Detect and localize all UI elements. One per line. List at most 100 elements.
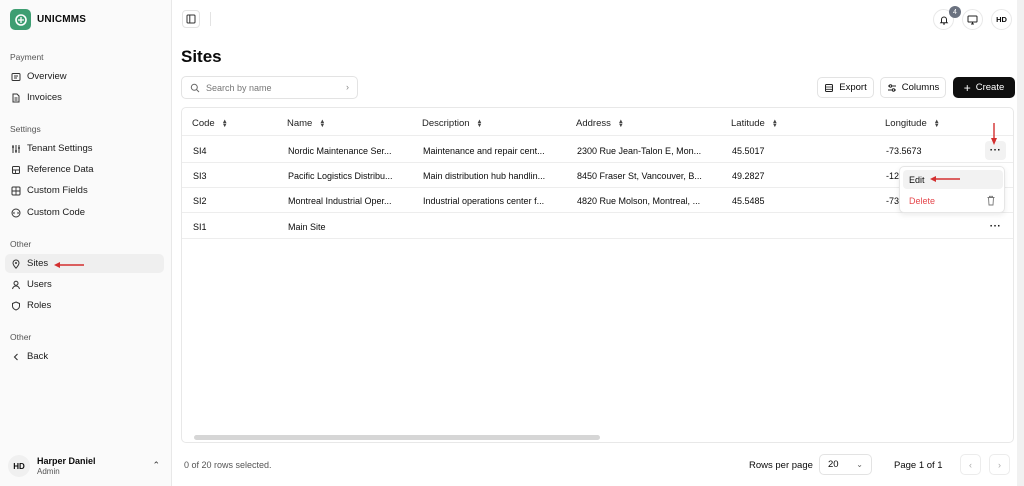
app-name: UNICMMS <box>37 14 87 25</box>
display-button[interactable] <box>962 9 983 30</box>
cell-description: Industrial operations center f... <box>423 195 545 206</box>
export-label: Export <box>839 82 867 93</box>
column-header-latitude[interactable]: Latitude ▲ ▼ <box>731 111 778 136</box>
edit-menu-item[interactable]: Edit <box>903 170 1003 189</box>
export-icon <box>825 83 834 92</box>
chevron-right-icon: › <box>346 82 349 92</box>
trash-icon <box>987 195 995 206</box>
cell-latitude: 45.5485 <box>732 195 765 206</box>
sort-icon: ▲ ▼ <box>221 118 228 129</box>
user-menu[interactable]: HD Harper Daniel Admin ⌃ <box>8 452 164 480</box>
sidebar-item-label: Invoices <box>27 92 62 103</box>
create-label: Create <box>975 82 1005 93</box>
sidebar-item-sites[interactable]: Sites <box>5 254 164 273</box>
column-header-address[interactable]: Address ▲ ▼ <box>576 111 624 136</box>
sidebar-item-custom-fields[interactable]: Custom Fields <box>5 181 164 200</box>
sidebar-item-roles[interactable]: Roles <box>5 296 164 315</box>
selection-status: 0 of 20 rows selected. <box>184 460 272 470</box>
delete-label: Delete <box>909 195 936 206</box>
sidebar-item-reference-data[interactable]: Reference Data <box>5 160 164 179</box>
monitor-icon <box>967 15 978 24</box>
horizontal-scrollbar[interactable] <box>194 435 600 440</box>
chevron-right-icon: › <box>998 459 1001 470</box>
column-header-name[interactable]: Name ▲ ▼ <box>287 111 325 136</box>
table-row[interactable]: SI3 Pacific Logistics Distribu... Main d… <box>182 163 1013 188</box>
sites-table: Code ▲ ▼ Name ▲ ▼ Description ▲ ▼ Address ▲ ▼ La… <box>181 107 1014 443</box>
rows-per-page-label: Rows per page <box>749 460 813 471</box>
next-page-button[interactable]: › <box>989 454 1010 475</box>
sidebar-item-label: Roles <box>27 300 52 311</box>
table-row[interactable]: SI4 Nordic Maintenance Ser... Maintenanc… <box>182 138 1013 163</box>
cell-name: Montreal Industrial Oper... <box>288 195 392 206</box>
sidebar-item-users[interactable]: Users <box>5 275 164 294</box>
avatar[interactable]: HD <box>991 9 1012 30</box>
sidebar-toggle-button[interactable] <box>182 10 200 28</box>
map-pin-icon <box>11 259 21 269</box>
sidebar-item-label: Back <box>27 351 49 362</box>
table-row[interactable]: SI2 Montreal Industrial Oper... Industri… <box>182 188 1013 213</box>
notification-count-badge: 4 <box>949 6 961 18</box>
cell-longitude: -12 <box>886 170 900 181</box>
more-horizontal-icon: ··· <box>989 221 1002 232</box>
cell-description: Main distribution hub handlin... <box>423 170 546 181</box>
section-label-other: Other <box>10 239 32 249</box>
cell-code: SI1 <box>193 221 207 232</box>
column-header-description[interactable]: Description ▲ ▼ <box>422 111 482 136</box>
column-header-longitude[interactable]: Longitude ▲ ▼ <box>885 111 940 136</box>
app-logo-icon <box>10 9 31 30</box>
table-row[interactable]: SI1 Main Site ··· <box>182 214 1013 239</box>
cell-address: 2300 Rue Jean-Talon E, Mon... <box>577 145 702 156</box>
columns-label: Columns <box>901 82 940 93</box>
document-icon <box>11 93 21 103</box>
previous-page-button[interactable]: ‹ <box>960 454 981 475</box>
cell-address: 8450 Fraser St, Vancouver, B... <box>577 170 702 181</box>
search-box[interactable]: › <box>181 76 358 99</box>
cell-code: SI4 <box>193 145 207 156</box>
column-header-code[interactable]: Code ▲ ▼ <box>192 111 228 136</box>
cell-latitude: 49.2827 <box>732 170 765 181</box>
sidebar-item-overview[interactable]: Overview <box>5 67 164 86</box>
sidebar-item-custom-code[interactable]: Custom Code <box>5 203 164 222</box>
sidebar-item-invoices[interactable]: Invoices <box>5 88 164 107</box>
plus-icon: + <box>963 80 971 95</box>
search-icon <box>190 83 200 92</box>
sidebar-item-label: Users <box>27 279 52 290</box>
sliders-icon <box>887 83 896 92</box>
database-icon <box>11 165 21 175</box>
rows-per-page-select[interactable]: 20 ⌄ <box>819 454 872 475</box>
row-actions-button[interactable]: ··· <box>985 141 1006 160</box>
delete-menu-item[interactable]: Delete <box>903 191 1003 210</box>
more-horizontal-icon: ··· <box>989 145 1002 156</box>
section-label-payment: Payment <box>10 52 44 62</box>
main-content: 4 HD Sites › Export Columns + Create Cod… <box>172 0 1024 486</box>
sidebar-item-back[interactable]: Back <box>5 347 164 366</box>
sidebar-item-label: Overview <box>27 71 67 82</box>
row-actions-button[interactable]: ··· <box>985 217 1006 236</box>
bell-icon <box>939 16 948 24</box>
columns-button[interactable]: Columns <box>880 77 946 98</box>
cell-name: Main Site <box>288 221 326 232</box>
export-button[interactable]: Export <box>817 77 874 98</box>
sidebar: UNICMMS Payment Overview Invoices Settin… <box>0 0 172 486</box>
rows-per-page-value: 20 <box>828 459 839 470</box>
code-icon <box>11 208 21 218</box>
table-header-row: Code ▲ ▼ Name ▲ ▼ Description ▲ ▼ Address ▲ ▼ La… <box>182 111 1013 136</box>
grid-icon <box>11 186 21 196</box>
sidebar-item-tenant-settings[interactable]: Tenant Settings <box>5 139 164 158</box>
brand[interactable]: UNICMMS <box>10 9 86 30</box>
sliders-icon <box>11 144 21 154</box>
section-label-settings: Settings <box>10 124 41 134</box>
chevron-left-icon <box>11 352 21 362</box>
sidebar-item-label: Tenant Settings <box>27 143 93 154</box>
search-input[interactable] <box>206 82 334 93</box>
user-icon <box>11 280 21 290</box>
page-scrollbar[interactable] <box>1017 0 1024 486</box>
sidebar-item-label: Custom Fields <box>27 185 88 196</box>
cell-longitude: -73 <box>886 195 900 206</box>
cell-address: 4820 Rue Molson, Montreal, ... <box>577 195 701 206</box>
create-button[interactable]: + Create <box>953 77 1015 98</box>
page-title: Sites <box>181 47 222 66</box>
row-actions-menu: Edit Delete <box>899 166 1005 213</box>
toolbar-divider <box>210 12 211 26</box>
cell-code: SI3 <box>193 170 207 181</box>
